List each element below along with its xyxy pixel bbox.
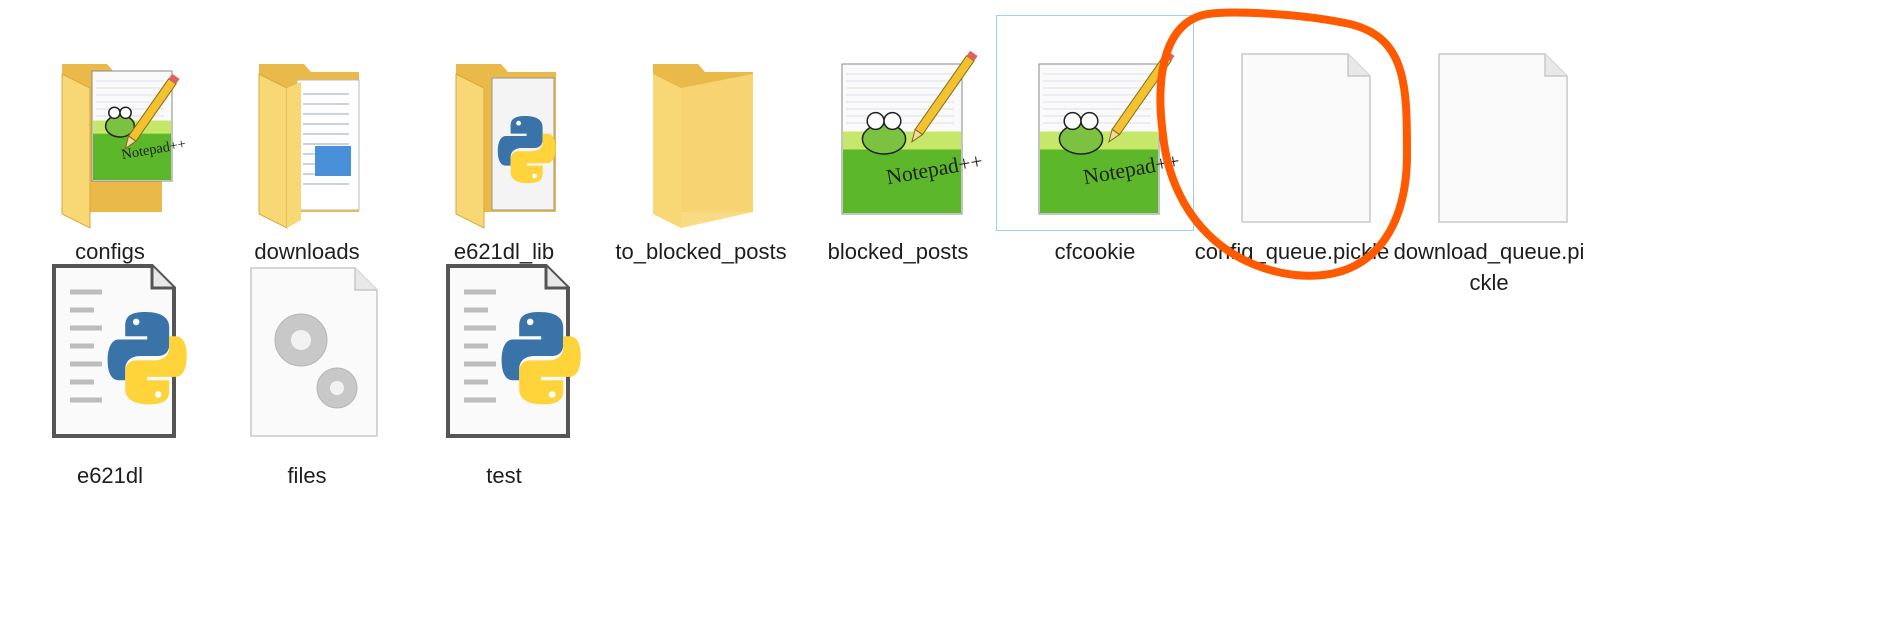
file-icon	[1438, 53, 1568, 223]
file-item-e621dl-lib[interactable]: e621dl_lib	[406, 16, 602, 264]
file-name-label: download_queue.pickle	[1393, 239, 1585, 295]
file-item-downloads[interactable]: downloads	[209, 16, 405, 264]
folder-icon: Notepad++	[61, 64, 187, 229]
folder-icon	[455, 64, 556, 229]
file-name-label: cfcookie	[1054, 239, 1136, 264]
file-item-blocked-posts[interactable]: Notepad++ blocked_posts	[800, 16, 996, 264]
file-item-cfcookie[interactable]: Notepad++ cfcookie	[996, 15, 1194, 264]
file-item-configs[interactable]: Notepad++ configs	[12, 16, 208, 264]
notepad-file-icon: Notepad++	[1038, 50, 1182, 215]
python-file-icon	[446, 264, 581, 438]
folder-icon	[653, 64, 753, 228]
system-file-icon	[250, 267, 378, 437]
file-grid: Notepad++ configs downloads e621dl_lib t…	[0, 0, 1888, 625]
file-name-label: test	[486, 463, 522, 488]
file-item-files[interactable]: files	[209, 240, 405, 488]
file-item-to-blocked-posts[interactable]: to_blocked_posts	[603, 16, 799, 264]
folder-icon	[258, 64, 360, 229]
python-file-icon	[52, 264, 187, 438]
file-name-label: e621dl	[76, 463, 144, 488]
file-name-label: blocked_posts	[827, 239, 969, 264]
file-item-download-queue-pickle[interactable]: download_queue.pickle	[1391, 16, 1587, 295]
file-name-label: files	[287, 463, 327, 488]
file-item-test[interactable]: test	[406, 240, 602, 488]
file-item-e621dl[interactable]: e621dl	[12, 240, 208, 488]
file-name-label: to_blocked_posts	[615, 239, 787, 264]
notepad-file-icon: Notepad++	[841, 50, 985, 215]
file-item-config-queue-pickle[interactable]: config_queue.pickle	[1194, 16, 1390, 264]
file-icon	[1241, 53, 1371, 223]
file-name-label: config_queue.pickle	[1194, 239, 1390, 264]
